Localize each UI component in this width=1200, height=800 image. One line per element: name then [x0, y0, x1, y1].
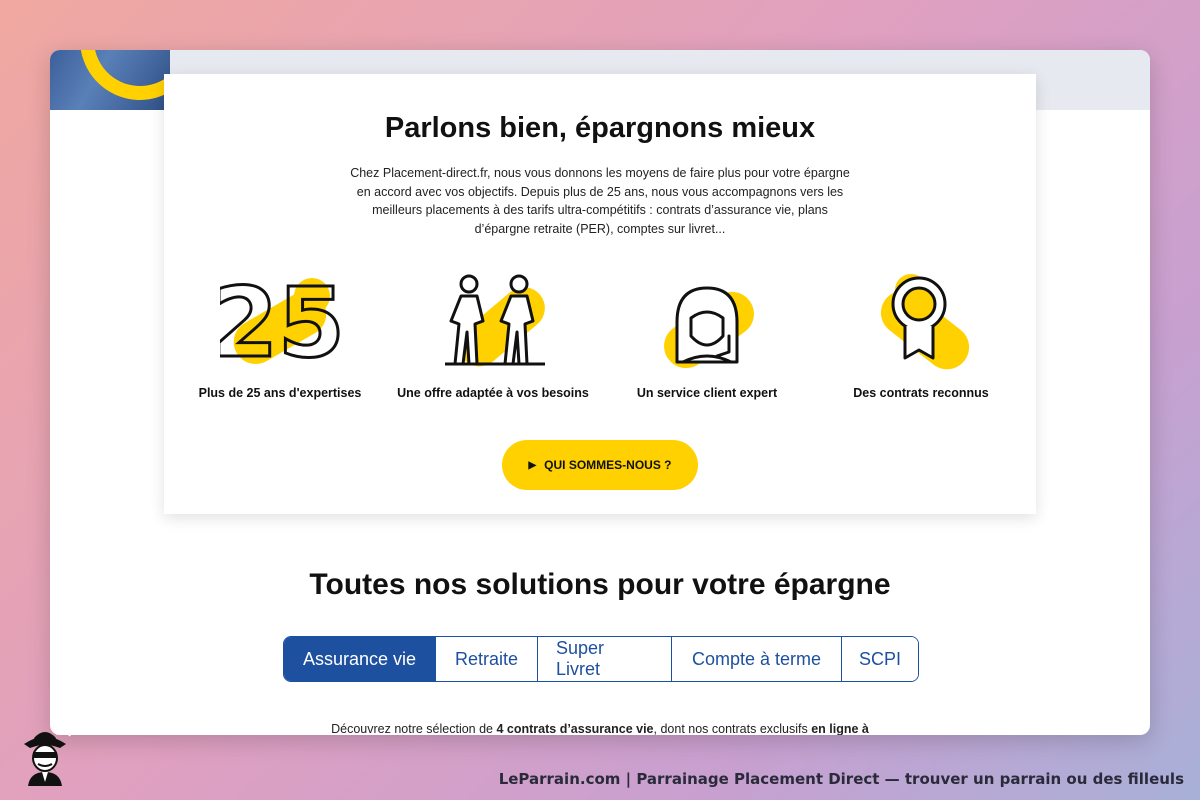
feature-label: Un service client expert [636, 386, 778, 400]
card-title: Parlons bien, épargnons mieux [384, 112, 816, 144]
footer-caption: LeParrain.com | Parrainage Placement Dir… [498, 770, 1184, 788]
solutions-intro: Découvrez notre sélection de 4 contrats … [50, 722, 1150, 735]
feature-label: Plus de 25 ans d'expertises [198, 386, 362, 400]
about-us-button-label: QUI SOMMES-NOUS ? [544, 458, 672, 472]
solutions-intro-text: Découvrez notre sélection de [331, 722, 497, 735]
feature-expertise: 25 Plus de 25 ans d'expertises [175, 266, 385, 400]
two-walkers-icon [445, 274, 545, 367]
tab-retraite[interactable]: Retraite [436, 637, 538, 681]
headset-agent-icon [664, 286, 754, 369]
browser-window: Parlons bien, épargnons mieux Chez Place… [50, 50, 1150, 735]
twenty-five-icon: 25 [220, 266, 340, 376]
solutions-intro-bold: en ligne à [811, 722, 869, 735]
about-us-button[interactable]: ▶ QUI SOMMES-NOUS ? [502, 440, 698, 490]
solutions-intro-bold: 4 contrats d’assurance vie [496, 722, 654, 735]
tab-compte-a-terme[interactable]: Compte à terme [672, 637, 842, 681]
about-card: Parlons bien, épargnons mieux Chez Place… [164, 74, 1036, 514]
feature-label: Une offre adaptée à vos besoins [397, 386, 589, 400]
tab-super-livret[interactable]: Super Livret [538, 637, 672, 681]
solutions-tabs: Assurance vie Retraite Super Livret Comp… [283, 636, 919, 682]
yellow-arc-decoration [63, 50, 170, 110]
award-medal-icon [880, 274, 970, 370]
tab-assurance-vie[interactable]: Assurance vie [284, 637, 436, 681]
card-intro: Chez Placement-direct.fr, nous vous donn… [350, 166, 850, 236]
solutions-title: Toutes nos solutions pour votre épargne [309, 568, 891, 601]
leparrain-mascot-icon [24, 730, 71, 786]
play-icon: ▶ [528, 459, 537, 471]
tab-scpi[interactable]: SCPI [842, 637, 918, 681]
solutions-intro-text: , dont nos contrats exclusifs [653, 722, 812, 735]
hero-photo [50, 50, 170, 110]
feature-number: 25 [220, 267, 340, 376]
feature-offer: Une offre adaptée à vos besoins [388, 266, 598, 400]
feature-service: Un service client expert [602, 266, 812, 400]
feature-contracts: Des contrats reconnus [816, 266, 1026, 400]
feature-label: Des contrats reconnus [853, 386, 989, 400]
